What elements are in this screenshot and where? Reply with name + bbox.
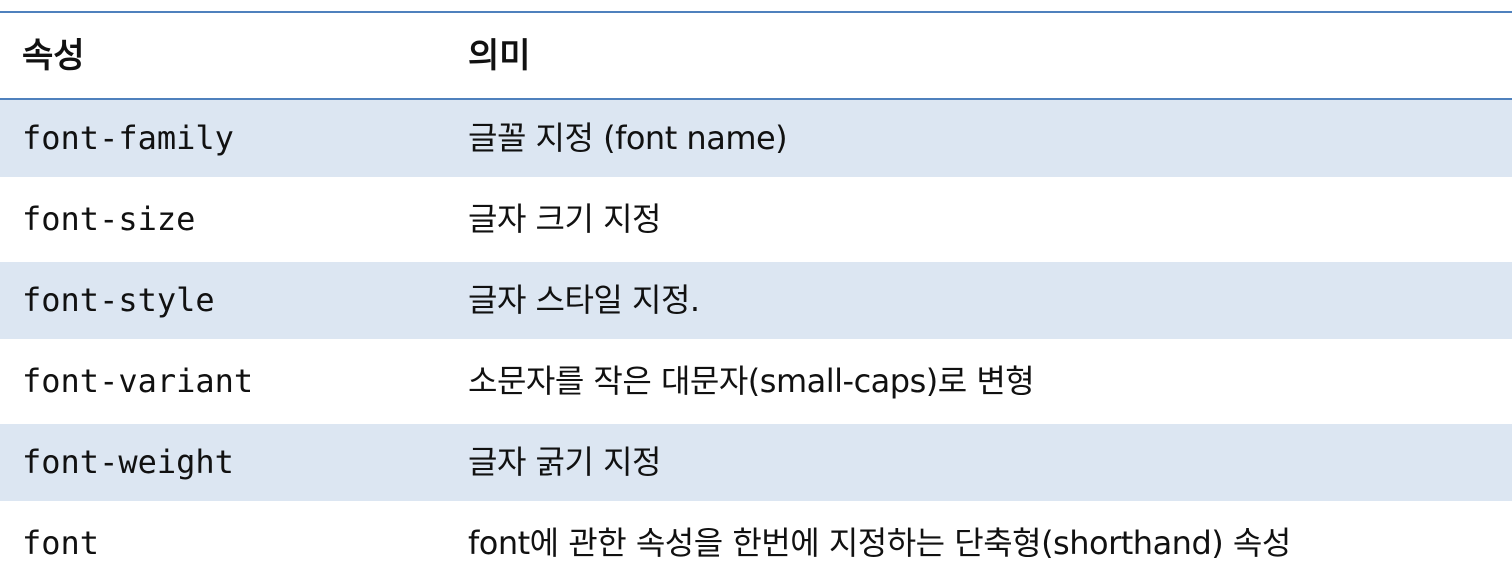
- table-row: font-size 글자 크기 지정: [0, 181, 1512, 258]
- property-cell: font: [22, 524, 100, 562]
- font-properties-table: 속성 의미 font-family 글꼴 지정 (font name) font…: [0, 0, 1512, 582]
- property-cell: font-size: [22, 200, 196, 238]
- table-row: font-variant 소문자를 작은 대문자(small-caps)로 변형: [0, 343, 1512, 420]
- meaning-cell: 글자 굵기 지정: [468, 443, 661, 481]
- table-row: font-weight 글자 굵기 지정: [0, 424, 1512, 501]
- table-row: font font에 관한 속성을 한번에 지정하는 단축형(shorthand…: [0, 505, 1512, 582]
- meaning-cell: 글자 스타일 지정.: [468, 281, 700, 319]
- property-cell: font-family: [22, 119, 234, 157]
- header-property: 속성: [22, 36, 85, 76]
- header-meaning: 의미: [468, 36, 531, 76]
- table-body: font-family 글꼴 지정 (font name) font-size …: [0, 100, 1512, 582]
- table-row: font-style 글자 스타일 지정.: [0, 262, 1512, 339]
- meaning-cell: 소문자를 작은 대문자(small-caps)로 변형: [468, 362, 1035, 400]
- table-row: font-family 글꼴 지정 (font name): [0, 100, 1512, 177]
- meaning-cell: 글꼴 지정 (font name): [468, 119, 788, 157]
- meaning-cell: font에 관한 속성을 한번에 지정하는 단축형(shorthand) 속성: [468, 524, 1291, 562]
- property-cell: font-weight: [22, 443, 234, 481]
- table-header-row: 속성 의미: [0, 13, 1512, 99]
- property-cell: font-style: [22, 281, 215, 319]
- meaning-cell: 글자 크기 지정: [468, 200, 661, 238]
- property-cell: font-variant: [22, 362, 254, 400]
